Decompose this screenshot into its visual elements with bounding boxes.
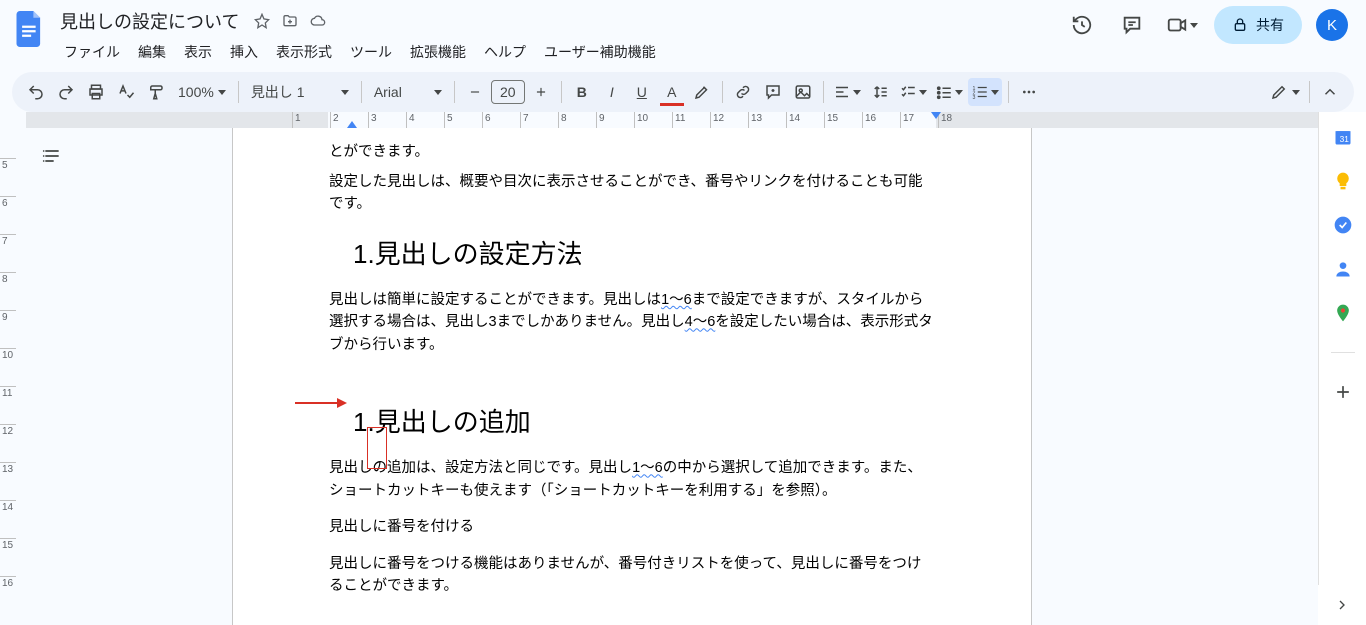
cloud-status-icon[interactable] <box>309 12 327 30</box>
zoom-dropdown[interactable]: 100% <box>172 84 232 100</box>
menu-item[interactable]: ヘルプ <box>476 38 534 66</box>
editing-mode-button[interactable] <box>1267 78 1303 106</box>
insert-link-button[interactable] <box>729 78 757 106</box>
collapse-toolbar-button[interactable] <box>1316 78 1344 106</box>
text-color-button[interactable]: A <box>658 78 686 106</box>
body-text: 設定した見出しは、概要や目次に表示させることができ、番号やリンクを付けることも可… <box>329 171 935 216</box>
menu-item[interactable]: 拡張機能 <box>402 38 474 66</box>
body-text: 見出しに番号を付ける <box>329 516 935 538</box>
menu-item[interactable]: 表示形式 <box>268 38 340 66</box>
body-text: 見出しの追加は、設定方法と同じです。見出し1〜6の中から選択して追加できます。ま… <box>329 457 935 502</box>
menu-item[interactable]: 編集 <box>130 38 174 66</box>
underline-button[interactable]: U <box>628 78 656 106</box>
paint-format-button[interactable] <box>142 78 170 106</box>
font-value: Arial <box>374 84 402 100</box>
body-text: 見出しに番号をつける機能はありませんが、番号付きリストを使って、見出しに番号をつ… <box>329 553 935 598</box>
print-button[interactable] <box>82 78 110 106</box>
zoom-value: 100% <box>178 84 214 100</box>
share-button[interactable]: 共有 <box>1214 6 1302 44</box>
spellcheck-button[interactable] <box>112 78 140 106</box>
bulleted-list-button[interactable] <box>932 78 966 106</box>
line-spacing-button[interactable] <box>866 78 894 106</box>
heading-1: 1.見出しの追加 <box>329 402 935 439</box>
svg-text:3: 3 <box>972 95 975 101</box>
increase-font-button[interactable] <box>527 78 555 106</box>
style-value: 見出し 1 <box>251 82 305 102</box>
svg-text:31: 31 <box>1339 134 1349 144</box>
redo-button[interactable] <box>52 78 80 106</box>
maps-icon[interactable] <box>1332 302 1354 324</box>
numbered-list-button[interactable]: 123 <box>968 78 1002 106</box>
side-panel: 31 <box>1318 112 1366 625</box>
body-text: 見出しは簡単に設定することができます。見出しは1〜6まで設定できますが、スタイル… <box>329 289 935 356</box>
outline-toggle-button[interactable] <box>38 142 66 170</box>
more-button[interactable] <box>1015 78 1043 106</box>
star-icon[interactable] <box>253 12 271 30</box>
contacts-icon[interactable] <box>1332 258 1354 280</box>
body-text: とができます。 <box>329 140 935 161</box>
paragraph-style-dropdown[interactable]: 見出し 1 <box>245 82 355 102</box>
undo-button[interactable] <box>22 78 50 106</box>
meet-button[interactable] <box>1164 7 1200 43</box>
menu-bar: ファイル編集表示挿入表示形式ツール拡張機能ヘルプユーザー補助機能 <box>56 38 1056 66</box>
font-size-input[interactable]: 20 <box>491 80 525 104</box>
tasks-icon[interactable] <box>1332 214 1354 236</box>
italic-button[interactable]: I <box>598 78 626 106</box>
insert-comment-button[interactable] <box>759 78 787 106</box>
docs-logo[interactable] <box>12 6 48 52</box>
hide-side-panel-button[interactable] <box>1318 585 1366 625</box>
titlebar: 見出しの設定について ファイル編集表示挿入表示形式ツール拡張機能ヘルプユーザー補… <box>0 0 1366 66</box>
comments-icon[interactable] <box>1114 7 1150 43</box>
heading-1: 1.見出しの設定方法 <box>329 234 935 271</box>
toolbar: 100% 見出し 1 Arial 20 B I U A 123 <box>12 72 1354 112</box>
highlight-button[interactable] <box>688 78 716 106</box>
calendar-icon[interactable]: 31 <box>1332 126 1354 148</box>
history-icon[interactable] <box>1064 7 1100 43</box>
add-addon-icon[interactable] <box>1332 381 1354 403</box>
move-icon[interactable] <box>281 12 299 30</box>
document-page[interactable]: とができます。 設定した見出しは、概要や目次に表示させることができ、番号やリンク… <box>232 128 1032 625</box>
checklist-button[interactable] <box>896 78 930 106</box>
account-avatar[interactable]: K <box>1316 9 1348 41</box>
keep-icon[interactable] <box>1332 170 1354 192</box>
annotation-arrow <box>295 398 347 408</box>
vertical-ruler[interactable]: 5678910111213141516 <box>0 128 16 625</box>
menu-item[interactable]: ファイル <box>56 38 128 66</box>
menu-item[interactable]: ユーザー補助機能 <box>536 38 664 66</box>
font-dropdown[interactable]: Arial <box>368 84 448 100</box>
insert-image-button[interactable] <box>789 78 817 106</box>
horizontal-ruler[interactable]: 123456789101112131415161718 <box>26 112 1318 128</box>
menu-item[interactable]: 表示 <box>176 38 220 66</box>
menu-item[interactable]: 挿入 <box>222 38 266 66</box>
bold-button[interactable]: B <box>568 78 596 106</box>
menu-item[interactable]: ツール <box>342 38 400 66</box>
share-label: 共有 <box>1256 15 1284 35</box>
align-dropdown[interactable] <box>830 78 864 106</box>
document-title[interactable]: 見出しの設定について <box>56 6 243 36</box>
decrease-font-button[interactable] <box>461 78 489 106</box>
